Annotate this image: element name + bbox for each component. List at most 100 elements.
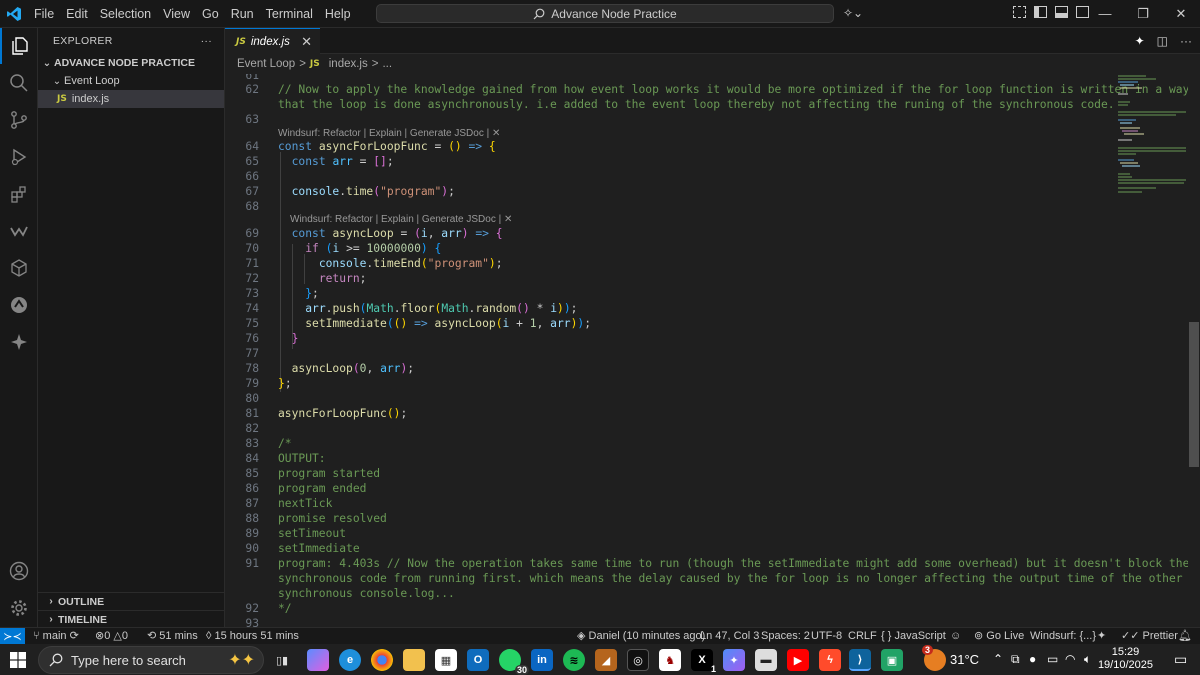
explorer-icon[interactable] [0,28,38,64]
tray-icon[interactable]: ⧉ [1011,644,1020,675]
edge-icon[interactable]: e [339,649,361,671]
minimize-icon[interactable]: — [1086,0,1124,28]
youtube-icon[interactable]: ▶ [787,649,809,671]
menu-file[interactable]: File [28,0,60,28]
prettier-status[interactable]: ✓✓ Prettier [1121,628,1178,645]
volume-icon[interactable]: 🔈︎ [1084,644,1091,675]
task-view-icon[interactable]: ▯▮ [271,649,293,671]
copilot-sparkle-icon[interactable] [0,324,38,360]
folder-event-loop[interactable]: ⌄ Event Loop [38,72,224,90]
calendar-icon[interactable]: ▦ [435,649,457,671]
menu-view[interactable]: View [157,0,196,28]
search-icon [49,653,63,667]
go-live-button[interactable]: ⊚ Go Live [974,628,1024,645]
weather-icon[interactable]: 3 [922,645,946,671]
branch-status[interactable]: ⑂ main ⟳ [33,628,79,645]
indentation-status[interactable]: Spaces: 2 [761,628,810,645]
copilot-status-icon[interactable]: ☺ [950,628,961,645]
timeline-section[interactable]: › TIMELINE [38,610,225,628]
menu-selection[interactable]: Selection [94,0,157,28]
menu-edit[interactable]: Edit [60,0,94,28]
code-line: 69 const asyncLoop = (i, arr) => { [245,227,503,240]
chevron-up-icon[interactable]: ⌃ [993,644,1003,675]
menu-run[interactable]: Run [225,0,260,28]
layout-customize-icon[interactable] [1013,6,1026,18]
source-control-icon[interactable] [0,102,38,138]
copilot-sparkle-icon[interactable]: ✦ [1097,628,1106,645]
copilot-sparkle-icon[interactable]: ✧⌄ [843,6,863,20]
outlook-icon[interactable]: O [467,649,489,671]
temperature[interactable]: 31°C [950,644,979,675]
windsurf-status[interactable]: Windsurf: {...} [1030,628,1096,645]
code-line: 82 [245,422,259,435]
cursor-position[interactable]: Ln 47, Col 3 [700,628,759,645]
file-explorer-icon[interactable] [403,649,425,671]
project-folder[interactable]: ⌄ ADVANCE NODE PRACTICE [38,54,224,72]
gemini-icon[interactable]: ✦ [723,649,745,671]
chrome-icon[interactable] [371,649,393,671]
eol-status[interactable]: CRLF [848,628,877,645]
more-actions-icon[interactable]: ··· [201,35,212,47]
breadcrumb-file[interactable]: index.js [329,58,368,70]
language-status[interactable]: { } JavaScript [881,628,946,645]
spotify-icon[interactable]: ≋ [563,649,585,671]
minimap[interactable] [1116,74,1188,204]
taskbar-search[interactable]: Type here to search ✦✦ [38,646,264,674]
menu-terminal[interactable]: Terminal [260,0,319,28]
time-tracker-status[interactable]: ⟲ 51 mins [147,628,198,645]
gear-icon[interactable] [0,590,38,626]
postman-icon[interactable]: ◢ [595,649,617,671]
app-icon[interactable]: ♞ [659,649,681,671]
close-icon[interactable]: ✕ [301,34,312,50]
git-blame-status[interactable]: ◈ Daniel (10 minutes ago) [577,628,705,645]
x-icon[interactable]: X 1 [691,649,716,674]
code-editor[interactable]: 61 62// Now to apply the knowledge gaine… [225,74,1190,627]
run-debug-icon[interactable] [0,139,38,175]
copilot-sparkle-icon[interactable]: ✦ [1135,34,1145,48]
sync-icon[interactable]: ⟳ [70,630,79,642]
session-time-status[interactable]: ◊ 15 hours 51 mins [206,628,299,645]
app-icon[interactable]: ▣ [881,649,903,671]
containers-icon[interactable] [0,250,38,286]
windsurf-codelens[interactable]: Windsurf: Refactor | Explain | Generate … [290,213,512,227]
menu-go[interactable]: Go [196,0,225,28]
outline-section[interactable]: › OUTLINE [38,592,225,610]
linkedin-icon[interactable]: in [531,649,553,671]
app-icon[interactable]: ▬ [755,649,777,671]
breadcrumb-symbol[interactable]: ... [382,58,392,70]
command-center-search[interactable]: Advance Node Practice [376,4,834,23]
tab-index-js[interactable]: JS index.js ✕ [225,28,320,55]
account-icon[interactable] [0,553,38,589]
notification-icon[interactable]: ▭ [1174,644,1187,675]
close-window-icon[interactable]: ✕ [1162,0,1200,28]
code-line: 71 console.timeEnd("program"); [245,257,503,270]
remote-explorer-icon[interactable] [0,287,38,323]
toggle-sidebar-icon[interactable] [1034,6,1047,18]
system-clock[interactable]: 15:29 19/10/2025 [1098,646,1153,672]
tray-app-icon[interactable]: ● [1029,644,1036,675]
problems-status[interactable]: ⊗0 △0 [95,628,128,645]
breadcrumb-folder[interactable]: Event Loop [237,58,295,70]
windows-start-icon[interactable] [10,652,26,673]
whatsapp-icon[interactable]: 30 [499,649,529,675]
extensions-icon[interactable] [0,176,38,212]
search-icon[interactable] [0,65,38,101]
battery-icon[interactable]: ▭ [1047,644,1058,675]
cursor-app-icon[interactable]: ◎ [627,649,649,671]
toggle-panel-icon[interactable] [1055,6,1068,18]
app-icon[interactable]: ϟ [819,649,841,671]
split-editor-icon[interactable]: ◫ [1157,34,1168,48]
windsurf-icon[interactable] [0,213,38,249]
more-actions-icon[interactable]: ··· [1180,34,1192,48]
bell-icon[interactable]: 🔔︎ [1178,628,1192,645]
menu-help[interactable]: Help [319,0,357,28]
encoding-status[interactable]: UTF-8 [811,628,842,645]
remote-indicator-icon[interactable]: ≻≺ [0,628,25,645]
file-index-js[interactable]: JS index.js [38,90,224,108]
vscode-taskbar-icon[interactable]: ⟩ [849,649,871,671]
maximize-icon[interactable]: ❐ [1124,0,1162,28]
wifi-icon[interactable]: ◠ [1065,644,1075,675]
vscode-logo-icon[interactable] [0,0,28,28]
copilot-app-icon[interactable] [307,649,329,671]
scrollbar-thumb[interactable] [1189,322,1199,467]
